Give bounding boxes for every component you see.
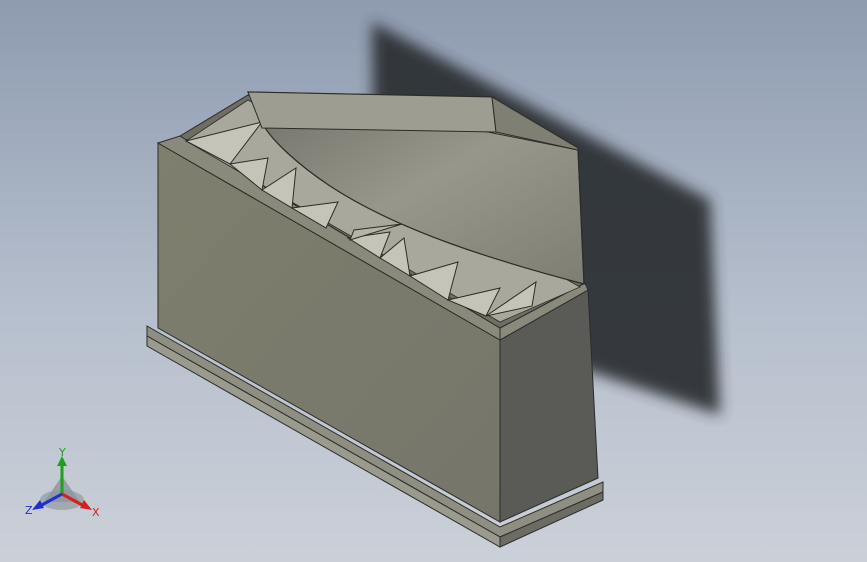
- axis-triad[interactable]: Y X Z: [22, 448, 106, 524]
- y-axis-label: Y: [58, 448, 66, 459]
- z-axis-label: Z: [25, 504, 33, 517]
- model-view[interactable]: [0, 0, 867, 562]
- lid-flange: [247, 91, 497, 133]
- graphics-viewport[interactable]: Y X Z: [0, 0, 867, 562]
- x-axis-label: X: [92, 506, 100, 519]
